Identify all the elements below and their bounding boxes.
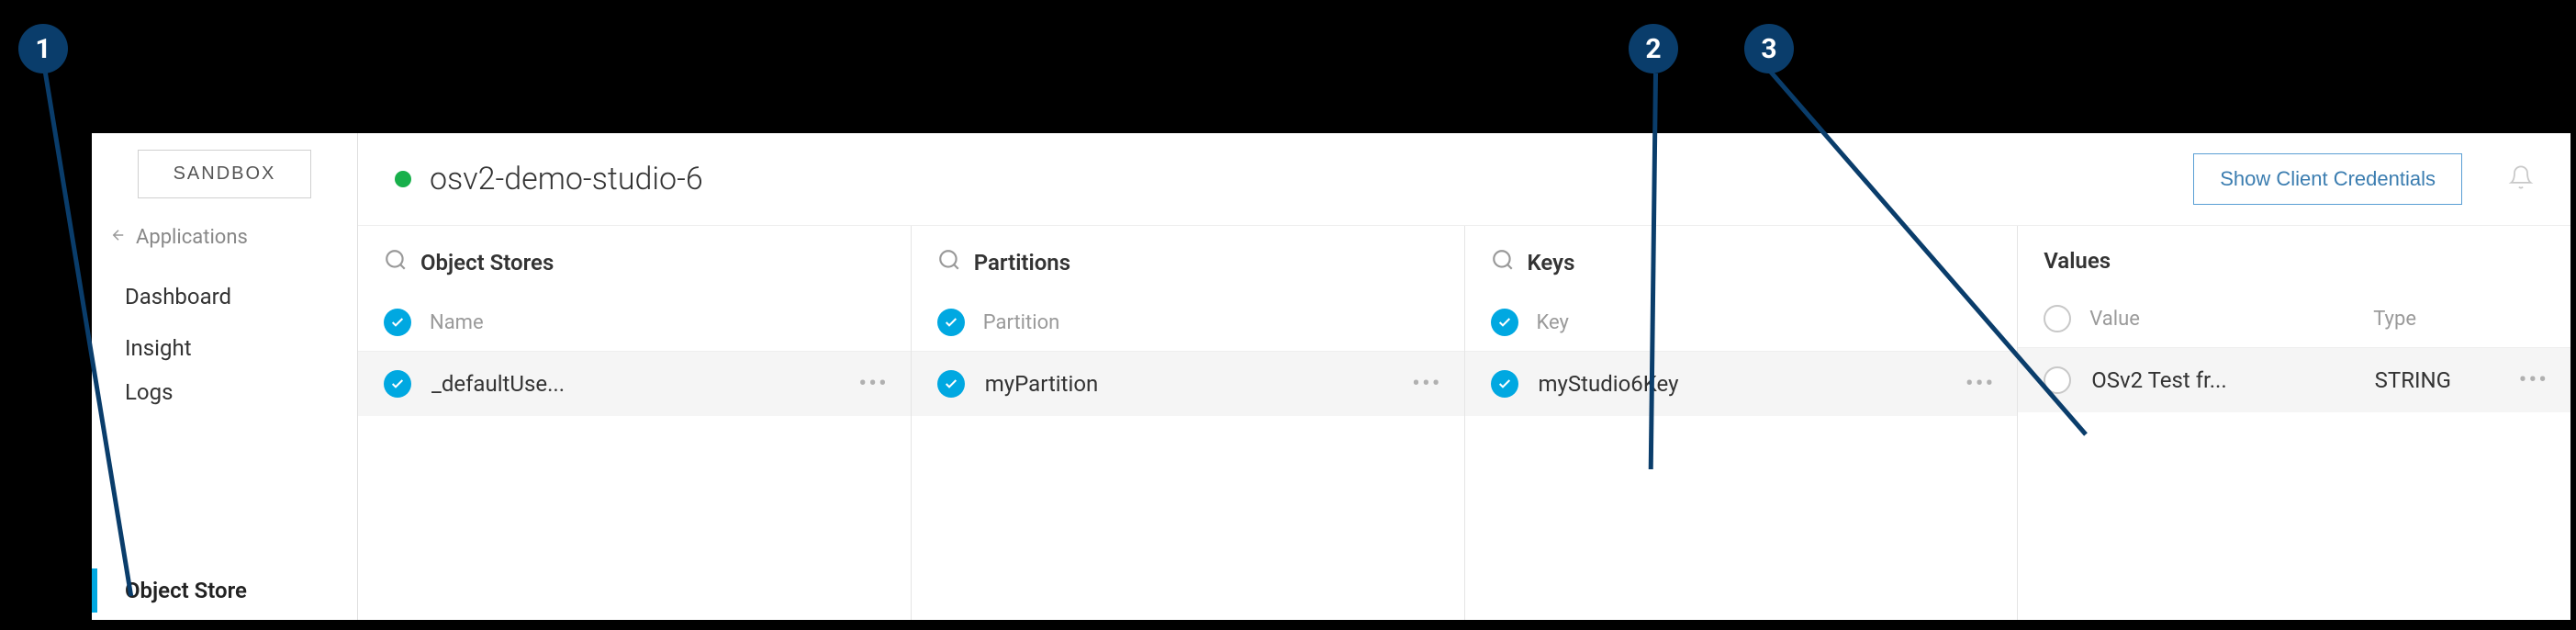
main-panel: osv2-demo-studio-6 Show Client Credentia… [358,133,2570,620]
column-title: Partitions [974,250,1070,276]
more-menu-icon[interactable]: ••• [1966,370,1995,398]
row-type: STRING [2375,367,2451,393]
row-value: _defaultUse... [431,371,565,397]
column-subheader-object-stores: Name [358,294,911,352]
header: osv2-demo-studio-6 Show Client Credentia… [358,133,2570,226]
subhead-label: Name [430,311,484,334]
row-value: myStudio6Key [1539,371,1679,397]
column-header-partitions: Partitions [912,226,1464,294]
subhead-label-value: Value [2089,308,2140,331]
arrow-left-icon [110,226,127,249]
select-all-toggle[interactable] [384,309,411,336]
back-to-applications[interactable]: Applications [92,226,357,267]
subhead-label: Key [1537,311,1569,334]
more-menu-icon[interactable]: ••• [858,370,888,398]
bell-icon[interactable] [2508,164,2534,194]
value-row[interactable]: OSv2 Test fr... STRING ••• [2018,348,2570,412]
annotation-callout-2: 2 [1629,24,1678,73]
search-icon[interactable] [1491,248,1515,277]
sidebar-item-insight[interactable]: Insight [92,326,357,370]
column-values: Values Value Type OSv2 Test fr... STRING… [2018,226,2570,620]
back-label: Applications [136,226,248,249]
column-partitions: Partitions Partition myPartition ••• [912,226,1465,620]
column-title: Object Stores [420,250,554,276]
row-value: myPartition [985,371,1099,397]
sidebar: SANDBOX Applications Dashboard Insight L… [92,133,358,620]
column-subheader-values: Value Type [2018,290,2570,348]
key-row[interactable]: myStudio6Key ••• [1465,352,2018,416]
column-object-stores: Object Stores Name _defaultUse... ••• [358,226,912,620]
status-indicator-icon [395,171,411,187]
column-subheader-partitions: Partition [912,294,1464,352]
row-select-toggle[interactable] [1491,370,1518,398]
annotation-callout-1: 1 [18,24,68,73]
app-frame: SANDBOX Applications Dashboard Insight L… [92,133,2570,620]
column-subheader-keys: Key [1465,294,2018,352]
search-icon[interactable] [937,248,961,277]
partition-row[interactable]: myPartition ••• [912,352,1464,416]
more-menu-icon[interactable]: ••• [1412,370,1441,398]
select-all-toggle[interactable] [937,309,965,336]
subhead-label: Partition [983,311,1060,334]
environment-badge[interactable]: SANDBOX [138,150,312,198]
row-select-toggle[interactable] [384,370,411,398]
search-icon[interactable] [384,248,408,277]
column-header-object-stores: Object Stores [358,226,911,294]
row-value: OSv2 Test fr... [2091,367,2226,393]
show-client-credentials-button[interactable]: Show Client Credentials [2193,153,2462,205]
sidebar-item-logs[interactable]: Logs [92,370,357,414]
row-select-toggle[interactable] [937,370,965,398]
sidebar-item-dashboard[interactable]: Dashboard [92,267,357,326]
app-title: osv2-demo-studio-6 [430,161,2175,197]
columns: Object Stores Name _defaultUse... ••• [358,226,2570,620]
annotation-callout-3: 3 [1744,24,1794,73]
subhead-label-type: Type [2373,308,2545,331]
object-store-row[interactable]: _defaultUse... ••• [358,352,911,416]
column-keys: Keys Key myStudio6Key ••• [1465,226,2019,620]
more-menu-icon[interactable]: ••• [2519,366,2548,394]
column-title: Keys [1528,250,1575,276]
column-header-values: Values [2018,226,2570,290]
column-title: Values [2044,248,2111,274]
select-all-toggle[interactable] [1491,309,1518,336]
select-all-toggle[interactable] [2044,305,2071,332]
